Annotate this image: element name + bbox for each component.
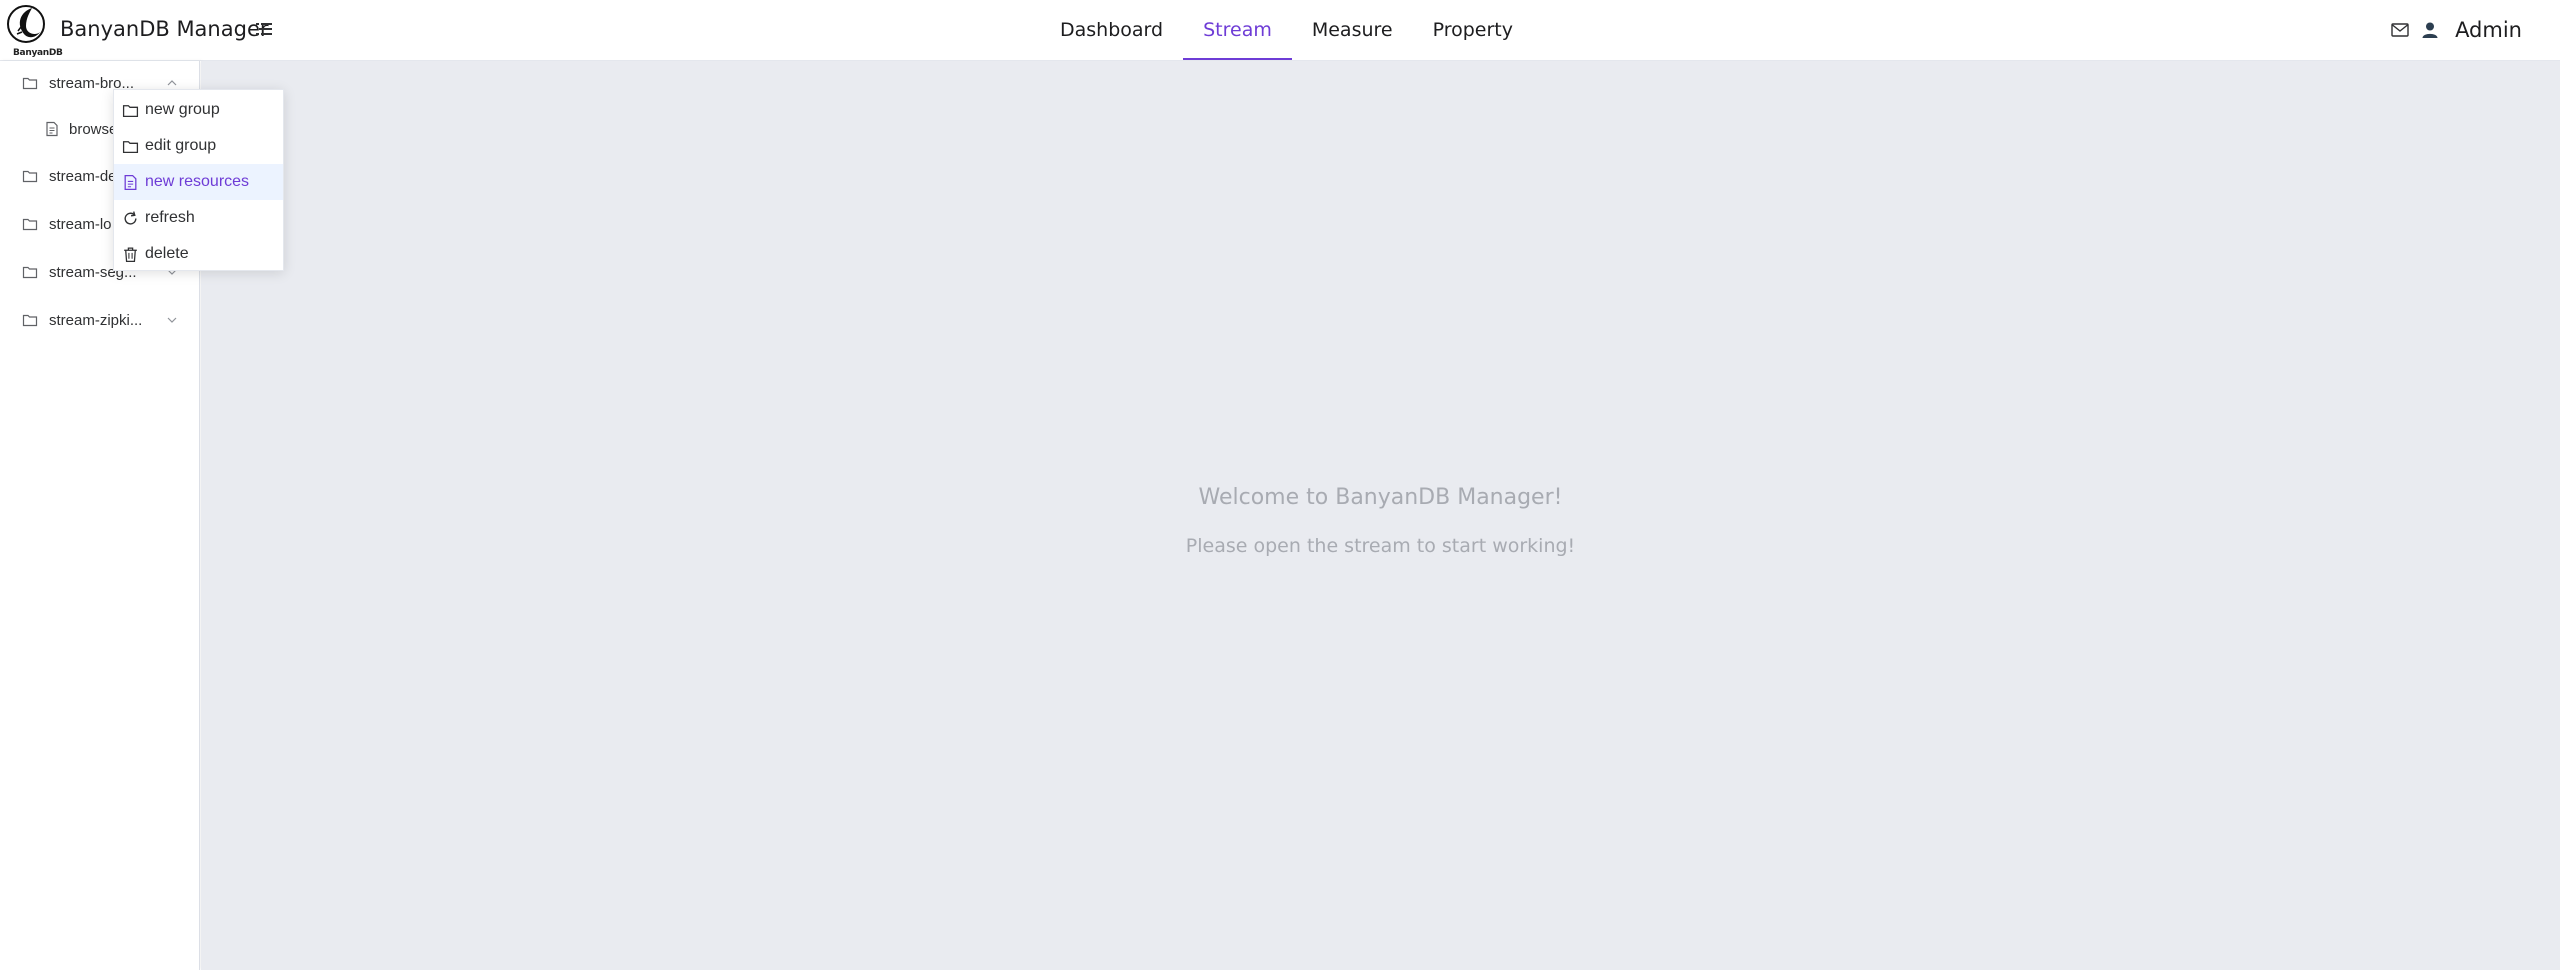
nav-stream[interactable]: Stream xyxy=(1183,0,1292,60)
tree-group-label: stream-de xyxy=(49,167,117,185)
ctx-edit-group[interactable]: edit group xyxy=(114,128,283,164)
app-title: BanyanDB Manager xyxy=(60,17,269,41)
ctx-item-label: delete xyxy=(145,245,189,262)
document-icon xyxy=(124,174,137,190)
nav-dashboard-label: Dashboard xyxy=(1060,19,1164,41)
top-header: BanyanDB BanyanDB Manager Dashboard Stre… xyxy=(0,0,2560,61)
folder-icon xyxy=(22,218,38,231)
nav-property[interactable]: Property xyxy=(1413,0,1533,60)
tree-group-label: stream-lo xyxy=(49,215,112,233)
tree-group-stream-zipkin[interactable]: stream-zipki... xyxy=(0,304,199,336)
logo-text: BanyanDB xyxy=(13,48,63,58)
ctx-item-label: new group xyxy=(145,101,220,118)
welcome-title: Welcome to BanyanDB Manager! xyxy=(1198,485,1563,510)
context-menu: new group edit group new resources refre… xyxy=(113,89,284,271)
nav-measure[interactable]: Measure xyxy=(1292,0,1413,60)
ctx-new-group[interactable]: new group xyxy=(114,92,283,128)
admin-username[interactable]: Admin xyxy=(2455,18,2522,42)
ctx-refresh[interactable]: refresh xyxy=(114,200,283,236)
ctx-new-resources[interactable]: new resources xyxy=(114,164,283,200)
header-user-area: Admin xyxy=(2391,0,2522,60)
main-nav: Dashboard Stream Measure Property xyxy=(1040,0,1533,60)
banyandb-logo[interactable]: BanyanDB xyxy=(6,4,63,58)
folder-icon xyxy=(122,104,139,117)
folder-icon xyxy=(22,170,38,183)
folder-icon xyxy=(22,266,38,279)
trash-icon xyxy=(124,246,137,262)
ctx-item-label: refresh xyxy=(145,209,195,226)
folder-icon xyxy=(22,77,38,90)
chevron-down-icon[interactable] xyxy=(166,314,178,326)
tree-resource-label: browse xyxy=(69,120,118,138)
mail-icon[interactable] xyxy=(2391,23,2409,37)
folder-icon xyxy=(122,140,139,153)
logo-icon xyxy=(7,5,45,43)
nav-measure-label: Measure xyxy=(1311,19,1393,41)
nav-property-label: Property xyxy=(1432,19,1513,41)
welcome-subtitle: Please open the stream to start working! xyxy=(1185,535,1576,557)
chevron-up-icon[interactable] xyxy=(166,77,178,89)
nav-stream-label: Stream xyxy=(1203,19,1272,41)
ctx-delete[interactable]: delete xyxy=(114,236,283,272)
document-icon xyxy=(46,121,58,137)
folder-icon xyxy=(22,314,38,327)
tree-group-label: stream-zipki... xyxy=(49,311,143,329)
menu-icon[interactable] xyxy=(255,20,273,38)
ctx-item-label: edit group xyxy=(145,137,217,154)
ctx-item-label: new resources xyxy=(145,173,250,190)
main-content: Welcome to BanyanDB Manager! Please open… xyxy=(201,61,2560,970)
nav-dashboard[interactable]: Dashboard xyxy=(1040,0,1183,60)
user-icon[interactable] xyxy=(2421,21,2439,39)
refresh-icon xyxy=(124,210,137,225)
